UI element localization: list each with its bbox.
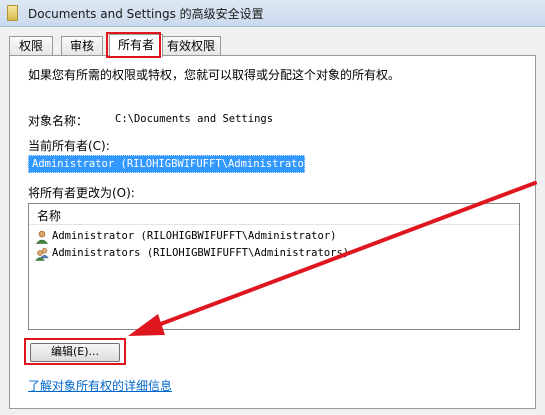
folder-icon: [7, 5, 18, 21]
list-item-label: Administrators (RILOHIGBWIFUFFT\Administ…: [52, 247, 350, 259]
tab-owner[interactable]: 所有者: [109, 34, 163, 57]
edit-button[interactable]: 编辑(E)...: [30, 343, 120, 362]
tab-effective-permissions[interactable]: 有效权限: [161, 36, 221, 55]
list-item-label: Administrator (RILOHIGBWIFUFFT\Administr…: [52, 230, 337, 242]
users-group-icon: [35, 248, 49, 261]
list-column-header[interactable]: 名称: [29, 204, 519, 225]
user-icon: [35, 230, 49, 244]
title-bar: Documents and Settings 的高级安全设置: [0, 0, 545, 27]
owner-candidates-list[interactable]: 名称 Administrator (RILOHIGBWIFUFFT\Admini…: [28, 203, 520, 330]
column-name-label: 名称: [37, 209, 62, 223]
tab-permissions[interactable]: 权限: [9, 36, 53, 55]
tab-auditing[interactable]: 审核: [61, 36, 103, 55]
current-owner-value[interactable]: Administrator (RILOHIGBWIFUFFT\Administr…: [28, 155, 316, 173]
current-owner-label: 当前所有者(C):: [28, 139, 110, 153]
change-owner-label: 将所有者更改为(O):: [28, 186, 135, 200]
object-name-label: 对象名称：: [28, 114, 89, 128]
window-title: Documents and Settings 的高级安全设置: [28, 7, 264, 21]
owner-description: 如果您有所需的权限或特权，您就可以取得或分配这个对象的所有权。: [28, 68, 401, 82]
learn-more-link[interactable]: 了解对象所有权的详细信息: [28, 377, 172, 394]
object-name-value: C:\Documents and Settings: [115, 113, 274, 125]
